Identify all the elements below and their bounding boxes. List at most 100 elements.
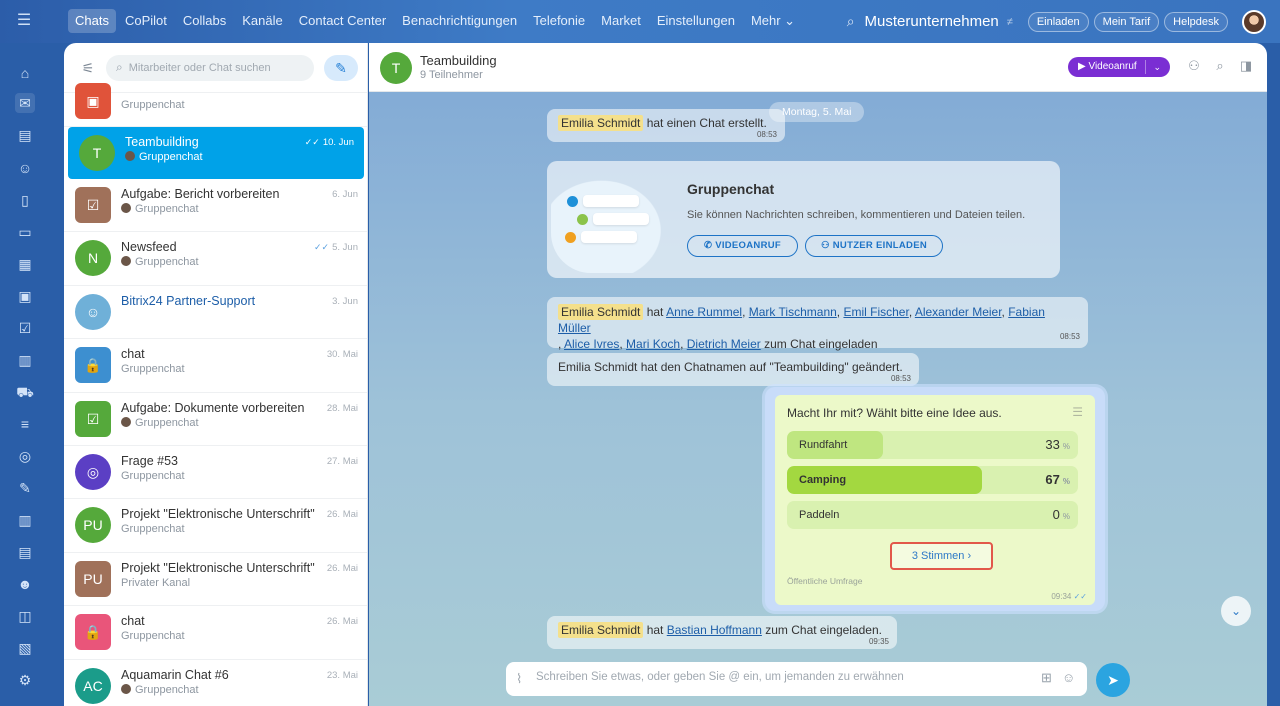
new-chat-button[interactable]: ✎ [324,54,358,81]
chat-title[interactable]: Teambuilding [420,53,497,68]
apps-grid-icon[interactable]: ⊞ [1041,670,1052,686]
sign-icon[interactable]: ✎ [15,478,35,498]
user-link[interactable]: Bastian Hoffmann [667,623,762,637]
feed-icon[interactable]: ▤ [15,125,35,145]
video-call-card-button[interactable]: ✆ VIDEOANRUF [687,235,798,257]
analytics-icon[interactable]: ▥ [15,350,35,370]
chat-item-subtitle: Gruppenchat [121,363,185,375]
chat-list-item[interactable]: ☑ Aufgabe: Bericht vorbereiten Gruppenchat… [64,179,367,233]
chat-list-item[interactable]: ▣ Gruppenchat [64,83,367,127]
paperclip-icon[interactable]: ⌇ [516,671,522,687]
shop-icon[interactable]: ▥ [15,510,35,530]
calendar-icon[interactable]: ▣ [15,286,35,306]
filter-icon[interactable]: ⚟ [76,56,100,80]
user-link[interactable]: Anne Rummel [666,305,742,319]
user-link[interactable]: Mark Tischmann [749,305,837,319]
chat-list-item[interactable]: T Teambuilding Gruppenchat ✓✓ 10. Jun [68,127,364,179]
votes-button[interactable]: 3 Stimmen › [890,542,993,570]
tasks-icon[interactable]: ☑ [15,318,35,338]
nav-mehr[interactable]: Mehr ⌄ [744,9,802,33]
chat-avatar[interactable]: ☺ [75,293,111,330]
chat-avatar[interactable]: N [75,240,111,277]
chat-list-item[interactable]: 🔒 chat Gruppenchat 26. Mai [64,606,367,660]
chat-avatar[interactable]: T [79,135,115,171]
chat-list-item[interactable]: PU Projekt "Elektronische Unterschrift" Pr… [64,553,367,607]
chat-avatar[interactable]: PU [75,507,111,544]
chat-list-item[interactable]: AC Aquamarin Chat #6 Gruppenchat 23. Mai [64,660,367,706]
chat-list-item[interactable]: ◎ Frage #53 Gruppenchat 27. Mai [64,446,367,500]
user-link[interactable]: Mari Koch [626,337,680,351]
author-name[interactable]: Emilia Schmidt [558,622,644,638]
nav-telefonie[interactable]: Telefonie [526,9,592,33]
poll-option[interactable]: Rundfahrt 33% [787,431,1078,459]
chat-avatar[interactable]: PU [75,560,111,597]
report-icon[interactable]: ▧ [15,638,35,658]
helpdesk-button[interactable]: Helpdesk [1164,11,1228,32]
box-icon[interactable]: ◫ [15,606,35,626]
company-name[interactable]: Musterunternehmen [865,13,999,30]
poll-option[interactable]: Paddeln 0% [787,501,1078,529]
poll-option-percent: 0% [1053,507,1070,522]
company-settings-icon[interactable]: ≠ [1007,16,1013,28]
send-button[interactable]: ➤ [1096,663,1130,697]
search-icon[interactable]: ⌕ [847,13,855,30]
chat-member-count[interactable]: 9 Teilnehmer [420,69,483,81]
chat-avatar[interactable]: T [380,52,412,84]
hamburger-menu-icon[interactable]: ☰ [14,12,34,30]
invite-button[interactable]: Einladen [1027,11,1089,32]
chat-search[interactable]: ⌕ [106,54,314,81]
emoji-icon[interactable]: ☺ [1062,670,1075,685]
chat-search-input[interactable] [128,61,299,74]
chat-list-item[interactable]: PU Projekt "Elektronische Unterschrift" Gr… [64,499,367,553]
drive-icon[interactable]: ▭ [15,222,35,242]
home-icon[interactable]: ⌂ [15,63,35,83]
chat-avatar[interactable]: ▣ [75,83,111,119]
groups-icon[interactable]: ☺ [15,158,35,178]
chat-avatar[interactable]: ◎ [75,453,111,490]
chat-list-item[interactable]: 🔒 chat Gruppenchat 30. Mai [64,339,367,393]
nav-chats[interactable]: Chats [68,9,116,33]
search-icon[interactable]: ⌕ [1212,58,1228,74]
chat-avatar[interactable]: 🔒 [75,614,111,651]
filter-funnel-icon[interactable]: ≡ [15,414,35,434]
user-link[interactable]: Dietrich Meier [687,337,761,351]
card-icon[interactable]: ▤ [15,542,35,562]
chat-avatar[interactable]: ☑ [75,187,111,223]
author-name[interactable]: Emilia Schmidt [558,115,644,131]
user-link[interactable]: Alice Ivres [564,337,619,351]
chevron-down-icon[interactable]: ⌄ [1153,57,1161,77]
nav-einstellungen[interactable]: Einstellungen [650,9,742,33]
nav-market[interactable]: Market [594,9,648,33]
chat-avatar[interactable]: ☑ [75,400,111,437]
chat-list-item[interactable]: ☺ Bitrix24 Partner-Support 3. Jun [64,286,367,340]
user-avatar[interactable] [1242,9,1266,34]
chat-list-item[interactable]: N Newsfeed Gruppenchat ✓✓ 5. Jun [64,232,367,286]
chat-avatar[interactable]: 🔒 [75,347,111,384]
poll-menu-icon[interactable]: ☰ [1072,405,1083,419]
user-link[interactable]: Alexander Meier [915,305,1002,319]
author-name[interactable]: Emilia Schmidt [558,304,644,320]
target-icon[interactable]: ◎ [15,446,35,466]
nav-contact-center[interactable]: Contact Center [292,9,393,33]
message-input[interactable] [536,671,1026,683]
scroll-down-button[interactable]: ⌄ [1221,596,1251,626]
poll-option[interactable]: Camping 67% [787,466,1078,494]
board-icon[interactable]: ▦ [15,254,35,274]
gear-icon[interactable]: ⚙ [15,670,35,690]
nav-collabs[interactable]: Collabs [176,9,233,33]
nav-copilot[interactable]: CoPilot [118,9,174,33]
video-call-button[interactable]: ▶ Videoanruf ⌄ [1068,57,1170,77]
chats-icon[interactable]: ✉ [15,93,35,113]
nav-kanaele[interactable]: Kanäle [235,9,289,33]
chat-avatar[interactable]: AC [75,667,111,704]
add-user-icon[interactable]: ⚇ [1186,58,1202,74]
invite-users-button[interactable]: ⚇ NUTZER EINLADEN [805,235,943,257]
robot-icon[interactable]: ☻ [15,574,35,594]
cart-icon[interactable]: ⛟ [15,382,35,402]
chat-list-item[interactable]: ☑ Aufgabe: Dokumente vorbereiten Gruppench… [64,393,367,446]
tariff-button[interactable]: Mein Tarif [1093,11,1160,32]
user-link[interactable]: Emil Fischer [843,305,908,319]
sidebar-toggle-icon[interactable]: ◨ [1238,58,1254,74]
nav-benachrichtigungen[interactable]: Benachrichtigungen [395,9,524,33]
document-icon[interactable]: ▯ [15,190,35,210]
